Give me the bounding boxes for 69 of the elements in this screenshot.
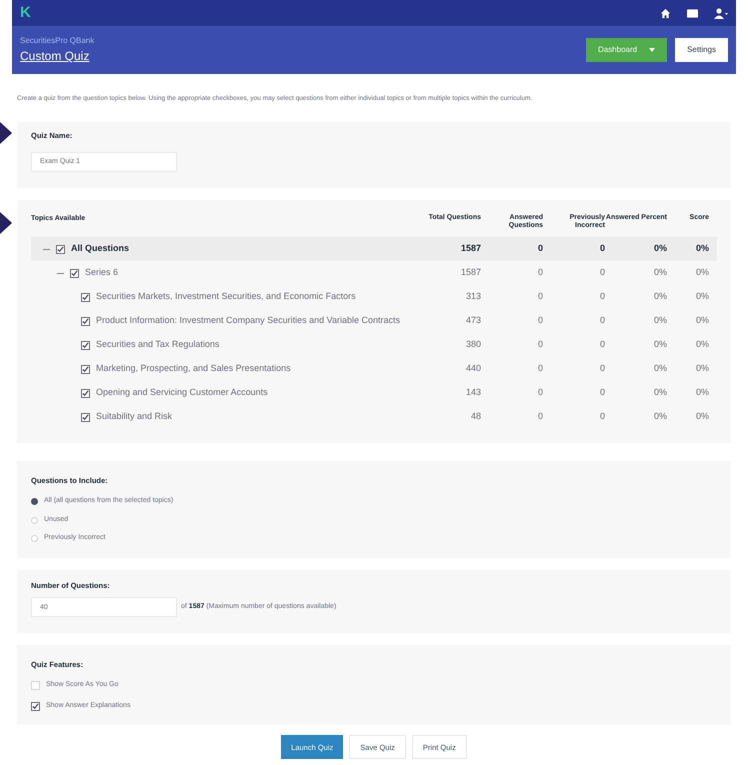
checkbox[interactable] [56,244,65,254]
topic-name: Series 6 [85,266,118,280]
table-cell-text: 0 [598,386,605,400]
dashboard-button[interactable]: Dashboard [586,38,668,62]
table-cell-text: 0% [652,290,667,304]
table-cell-text: 0% [652,410,667,424]
topic-name: Opening and Servicing Customer Accounts [96,386,268,400]
caret-icon [649,48,656,52]
table-cell-text: 0% [694,386,710,400]
table-cell-text: 48 [470,410,481,424]
table-cell-text: 0% [694,290,710,304]
table-cell-text: 1587 [460,266,481,280]
checkbox[interactable] [81,292,90,302]
table-cell-text: 473 [464,314,481,328]
home-icon[interactable] [660,8,671,18]
mail-icon[interactable] [687,8,698,18]
table-cell-text: 0% [694,362,710,376]
table-cell-text: 0 [536,410,543,424]
topic-name: Securities Markets, Investment Securities, and Economic Factors [96,290,356,304]
settings-button[interactable]: Settings [675,38,728,62]
checkbox[interactable] [81,364,90,374]
table-cell-text: 0% [652,362,667,376]
pointer-arrow-icon [0,212,12,234]
table-cell-text: 380 [464,338,481,352]
table-cell-text: 0% [652,386,667,400]
table-cell-text: 0% [694,266,710,280]
table-cell-text: 440 [464,362,481,376]
table-cell-text: 0 [536,266,543,280]
table-cell-text: 0% [652,338,667,352]
page-title: Custom Quiz [20,48,90,65]
user-icon[interactable] [714,8,728,18]
checkbox[interactable] [81,412,90,422]
table-cell-text: 0 [598,410,605,424]
table-cell-text: 143 [464,386,481,400]
table-cell-text: 0% [652,242,667,256]
table-cell-text: 0% [694,242,710,256]
radio-button[interactable] [31,498,38,505]
topic-name: Marketing, Prospecting, and Sales Presentations [96,362,291,376]
table-cell-text: 0 [536,362,543,376]
topic-name: Suitability and Risk [96,410,172,424]
logo: K [20,2,31,23]
table-cell-text: 0% [652,314,667,328]
table-cell-text: 0 [598,290,605,304]
table-cell-text: 0 [598,362,605,376]
checkbox[interactable] [70,268,79,278]
table-cell-text: 0 [598,338,605,352]
topic-name: Product Information: Investment Company Securities and Variable Contracts [96,314,400,328]
pointer-arrow-icon [0,122,12,144]
checkbox[interactable] [81,340,90,350]
table-cell-text: 0 [598,266,605,280]
table-cell-text: 0 [536,338,543,352]
course-subtitle: SecuritiesPro QBank [20,35,94,47]
table-cell-text: 1587 [460,242,481,256]
table-cell-text: 0% [694,338,710,352]
table-cell-text: 0% [652,266,667,280]
table-cell-text: 0 [536,242,543,256]
checkbox[interactable] [31,702,40,710]
checkbox[interactable] [81,388,90,398]
topic-name: Securities and Tax Regulations [96,338,220,352]
table-cell-text: 0% [694,410,710,424]
checkbox[interactable] [81,316,90,326]
table-cell-text: 313 [464,290,481,304]
table-cell-text: 0 [598,242,605,256]
topic-name: All Questions [71,242,130,256]
table-cell-text: 0 [598,314,605,328]
table-cell-text: 0 [536,290,543,304]
table-cell-text: 0% [694,314,710,328]
table-cell-text: 0 [536,386,543,400]
table-cell-text: 0 [536,314,543,328]
